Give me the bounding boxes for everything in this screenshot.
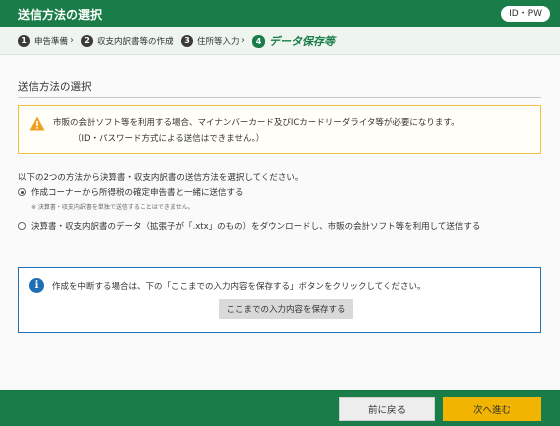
- step-number: 4: [252, 34, 265, 48]
- section-divider: [18, 97, 541, 98]
- step-3: 3 住所等入力: [181, 27, 240, 55]
- warning-text: 市販の会計ソフト等を利用する場合、マイナンバーカード及びICカードリーダライタ等…: [53, 118, 460, 128]
- back-button[interactable]: 前に戻る: [339, 397, 435, 421]
- radio-button-checked[interactable]: [18, 188, 26, 196]
- step-4-current: 4 データ保存等: [252, 27, 335, 55]
- footer-bar: 前に戻る 次へ進む: [0, 390, 560, 426]
- warning-icon: [29, 116, 45, 131]
- option-download-xtx[interactable]: 決算書・収支内訳書のデータ（拡張子が「.xtx」のもの）をダウンロードし、市販の…: [18, 220, 480, 232]
- step-label: データ保存等: [269, 35, 335, 48]
- step-separator-icon: ›: [70, 35, 74, 46]
- info-box: i 作成を中断する場合は、下の「ここまでの入力内容を保存する」ボタンをクリックし…: [18, 267, 541, 333]
- instruction-text: 以下の2つの方法から決算書・収支内訳書の送信方法を選択してください。: [18, 173, 304, 183]
- step-number: 1: [18, 35, 30, 47]
- step-separator-icon: ›: [241, 35, 245, 46]
- step-label: 申告準備: [34, 37, 69, 47]
- next-button[interactable]: 次へ進む: [443, 397, 541, 421]
- warning-box: 市販の会計ソフト等を利用する場合、マイナンバーカード及びICカードリーダライタ等…: [18, 105, 541, 154]
- step-label: 住所等入力: [197, 37, 240, 47]
- auth-method-badge: ID・PW: [501, 6, 550, 22]
- header-bar: 送信方法の選択 ID・PW: [0, 0, 560, 27]
- step-separator-icon: ›: [170, 35, 174, 46]
- option-send-with-return[interactable]: 作成コーナーから所得税の確定申告書と一緒に送信する: [18, 186, 244, 198]
- radio-button[interactable]: [18, 222, 26, 230]
- progress-steps: 1 申告準備 › 2 収支内訳書等の作成 › 3 住所等入力 › 4 データ保存…: [0, 27, 560, 55]
- step-2: 2 収支内訳書等の作成: [81, 27, 174, 55]
- section-title: 送信方法の選択: [18, 81, 92, 93]
- save-progress-button[interactable]: ここまでの入力内容を保存する: [219, 299, 353, 319]
- main-content: 送信方法の選択 市販の会計ソフト等を利用する場合、マイナンバーカード及びICカー…: [0, 55, 560, 390]
- page-title: 送信方法の選択: [18, 8, 103, 22]
- info-text: 作成を中断する場合は、下の「ここまでの入力内容を保存する」ボタンをクリックしてく…: [52, 282, 426, 292]
- option-label: 決算書・収支内訳書のデータ（拡張子が「.xtx」のもの）をダウンロードし、市販の…: [31, 222, 481, 232]
- info-icon: i: [29, 278, 44, 293]
- option-note: ※ 決算書・収支内訳書を単独で送信することはできません。: [31, 204, 194, 211]
- option-label: 作成コーナーから所得税の確定申告書と一緒に送信する: [31, 188, 244, 198]
- step-number: 2: [81, 35, 93, 47]
- step-label: 収支内訳書等の作成: [97, 37, 174, 47]
- step-1: 1 申告準備: [18, 27, 68, 55]
- step-number: 3: [181, 35, 193, 47]
- warning-subtext: （ID・パスワード方式による送信はできません。）: [73, 134, 265, 144]
